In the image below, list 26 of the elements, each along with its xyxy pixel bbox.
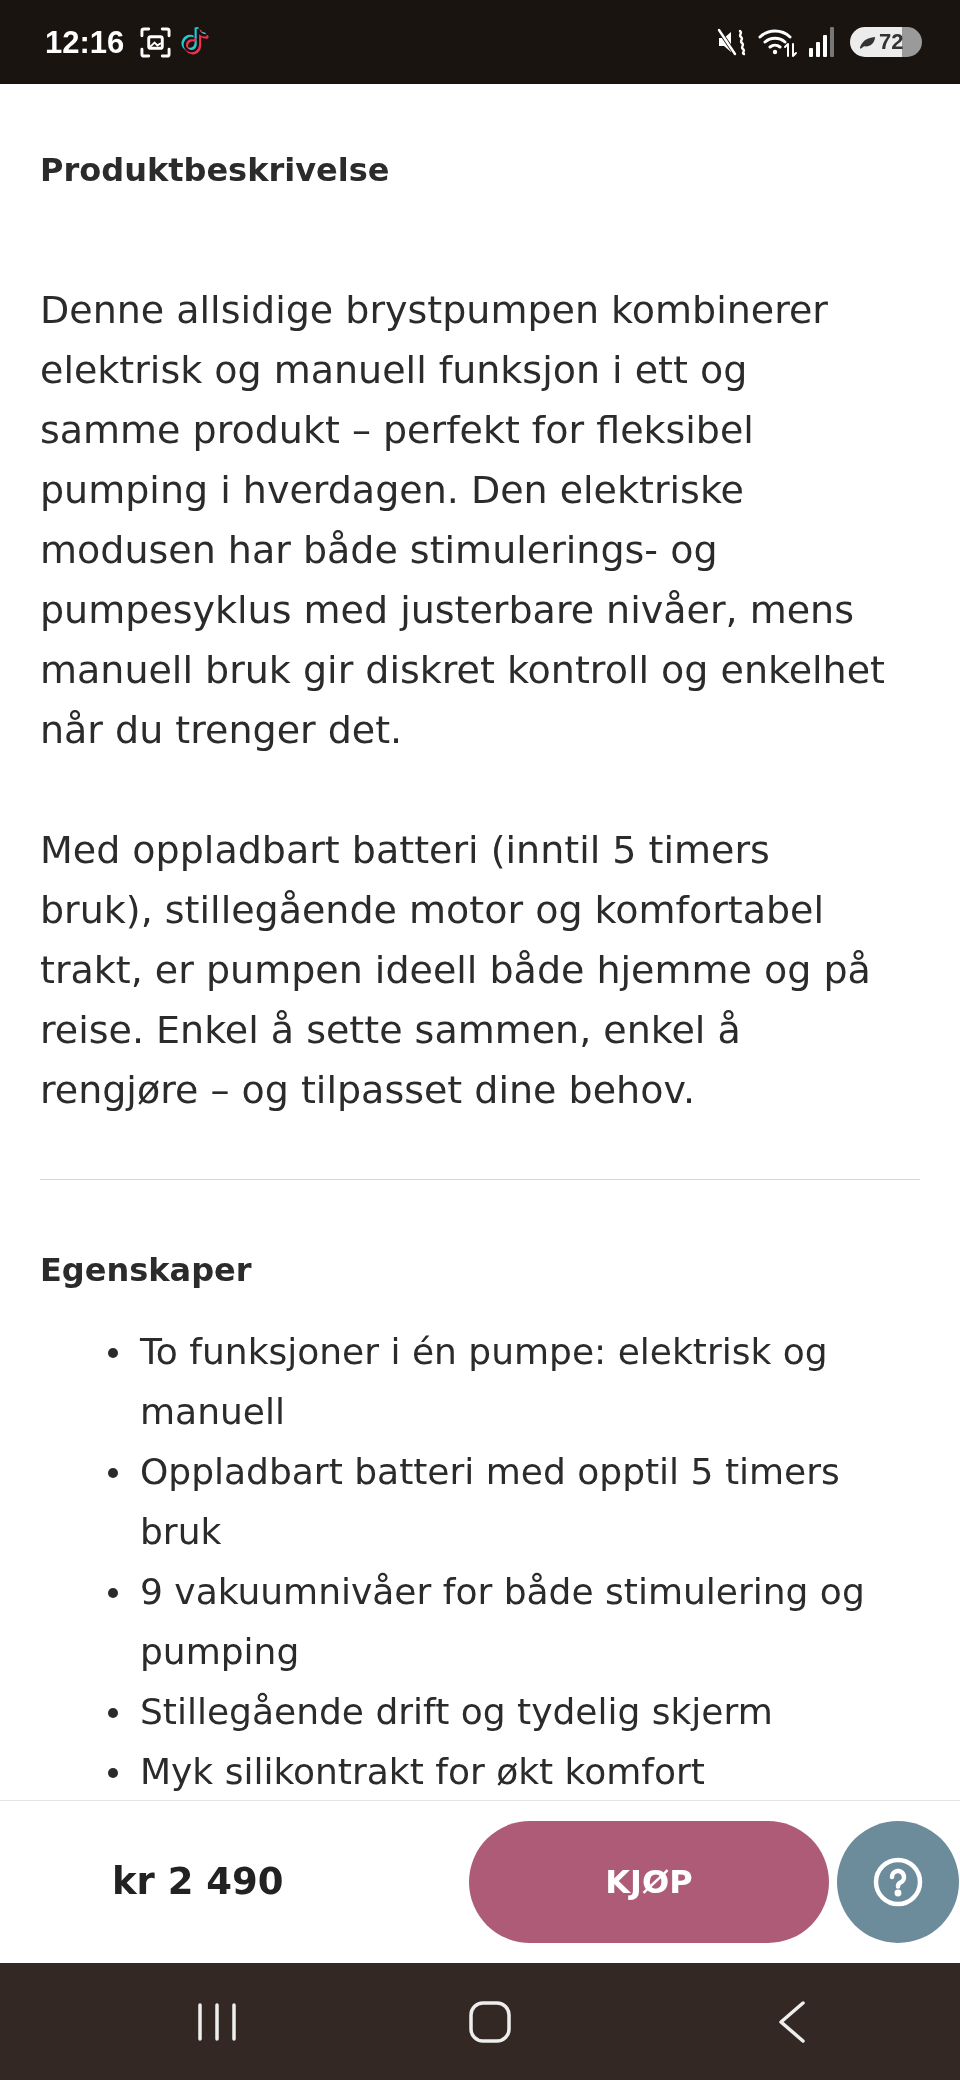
- bullet-icon: [108, 1588, 118, 1598]
- description-paragraph: Denne allsidige brystpumpen kombinerer elektrisk og manuell funksjon i ett og samme produkt – perfekt for fleksibel pumping i hverdagen. Den elektriske modusen har både stimulerings- og pumpesyklus med justerbare nivåer, mens manuell bruk gir diskret kontroll og enkelhet når du trenger det.: [40, 287, 886, 754]
- section-heading: Egenskaper: [40, 1250, 253, 1291]
- help-icon: [873, 1857, 923, 1907]
- back-icon[interactable]: [778, 2000, 806, 2043]
- battery-percentage: 72: [879, 31, 904, 53]
- feature-text: Stillegående drift og tydelig skjerm: [140, 1690, 773, 1734]
- mute-icon: [716, 26, 748, 58]
- recent-apps-icon[interactable]: [197, 2001, 237, 2042]
- home-icon[interactable]: [469, 2000, 511, 2043]
- status-time: 12:16: [45, 26, 125, 58]
- bullet-icon: [108, 1768, 118, 1778]
- screenshot-icon: [140, 26, 172, 58]
- price: kr 2 490: [112, 1860, 284, 1904]
- leaf-icon: [859, 35, 876, 49]
- feature-text: 9 vakuumnivåer for både stimulering og pumping: [140, 1570, 866, 1674]
- bullet-icon: [108, 1708, 118, 1718]
- description-paragraph: Med oppladbart batteri (inntil 5 timers bruk), stillegående motor og komfortabel trakt, er pumpen ideell både hjemme og på reise. Enkel å sette sammen, enkel å rengjøre – og tilpasset dine behov.: [40, 827, 872, 1114]
- bullet-icon: [108, 1468, 118, 1478]
- feature-text: To funksjoner i én pumpe: elektrisk og manuell: [140, 1330, 829, 1434]
- section-heading: Produktbeskrivelse: [40, 150, 391, 191]
- feature-text: Oppladbart batteri med opptil 5 timers bruk: [140, 1450, 841, 1554]
- signal-icon: [808, 27, 836, 57]
- buy-button[interactable]: KJØP: [469, 1821, 829, 1943]
- feature-text: Myk silikontrakt for økt komfort: [140, 1750, 705, 1794]
- bullet-icon: [108, 1348, 118, 1358]
